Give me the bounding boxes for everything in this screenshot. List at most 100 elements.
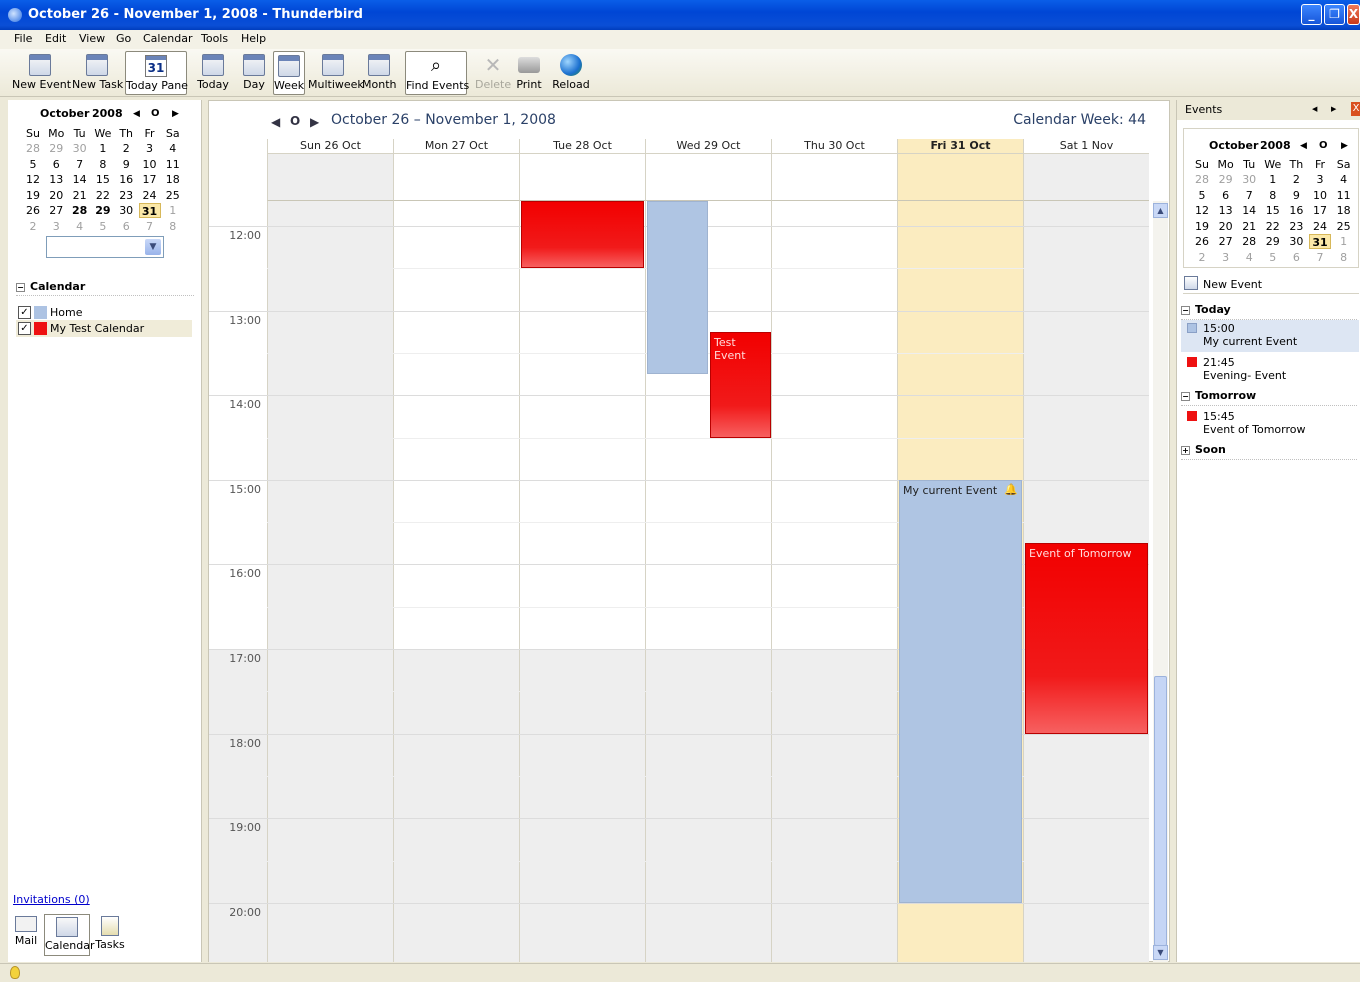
minimonth-day[interactable]: 2 (1191, 250, 1213, 265)
minimonth-day[interactable]: 14 (69, 172, 91, 187)
month-view-button[interactable]: Month (362, 51, 396, 95)
minimonth-day[interactable]: 3 (1215, 250, 1237, 265)
minimonth-day[interactable]: 5 (22, 157, 44, 172)
minimonth-day[interactable]: 13 (45, 172, 67, 187)
minimonth-day[interactable]: 30 (1238, 172, 1260, 187)
new-event-button[interactable]: New Event (12, 51, 71, 95)
chevron-down-icon[interactable]: ▼ (145, 239, 161, 255)
minimonth-day[interactable]: 10 (1309, 188, 1331, 203)
minimonth-day[interactable]: 21 (1238, 219, 1260, 234)
collapse-icon[interactable]: − (1181, 391, 1190, 401)
minimonth-day[interactable]: 9 (1285, 188, 1307, 203)
minimonth-day[interactable]: 3 (1309, 172, 1331, 187)
minimonth-day[interactable]: 3 (45, 219, 67, 234)
minimonth-day[interactable]: 13 (1215, 203, 1237, 218)
minimonth-day[interactable]: 4 (1333, 172, 1355, 187)
menu-calendar[interactable]: Calendar (143, 32, 192, 45)
today-minimonth-year[interactable]: 2008 (1260, 139, 1291, 152)
minimonth-day[interactable]: 31 (1309, 234, 1331, 249)
minimonth-day[interactable]: 5 (1262, 250, 1284, 265)
minimonth-day[interactable]: 7 (69, 157, 91, 172)
print-button[interactable]: Print (514, 51, 544, 95)
all-day-cell[interactable] (771, 154, 897, 201)
minimonth-day[interactable]: 26 (1191, 234, 1213, 249)
agenda-item[interactable]: 21:45 Evening- Event (1181, 354, 1359, 386)
minimonth-day[interactable]: 7 (139, 219, 161, 234)
minimonth-day[interactable]: 29 (1215, 172, 1237, 187)
minimonth-day[interactable]: 3 (139, 141, 161, 156)
checkbox-my-test-calendar[interactable]: ✓ (18, 322, 31, 335)
new-task-button[interactable]: New Task (72, 51, 123, 95)
minimonth-day[interactable]: 30 (69, 141, 91, 156)
minimonth-day[interactable]: 24 (139, 188, 161, 203)
delete-button[interactable]: ✕ Delete (475, 51, 511, 95)
minimonth-day[interactable]: 24 (1309, 219, 1331, 234)
vertical-scrollbar[interactable]: ▲ ▼ (1153, 201, 1168, 962)
minimonth-day[interactable]: 1 (92, 141, 114, 156)
calendar-event[interactable] (647, 201, 708, 375)
minimonth-day[interactable]: 15 (92, 172, 114, 187)
minimonth-day[interactable]: 2 (1285, 172, 1307, 187)
minimonth-day[interactable]: 1 (1262, 172, 1284, 187)
week-today-icon[interactable]: O (290, 114, 300, 128)
minimonth-day[interactable]: 11 (1333, 188, 1355, 203)
minimonth-day[interactable]: 7 (1238, 188, 1260, 203)
menu-go[interactable]: Go (116, 32, 131, 45)
agenda-item[interactable]: 15:45 Event of Tomorrow (1181, 408, 1359, 440)
minimonth-day[interactable]: 8 (1333, 250, 1355, 265)
today-new-event-button[interactable]: New Event (1183, 276, 1359, 294)
minimonth-day[interactable]: 12 (1191, 203, 1213, 218)
menu-file[interactable]: File (14, 32, 32, 45)
day-column[interactable] (267, 201, 393, 962)
minimonth-day[interactable]: 29 (92, 203, 114, 218)
agenda-item[interactable]: 15:00 My current Event (1181, 320, 1359, 352)
find-events-button[interactable]: ⌕ Find Events (405, 51, 469, 95)
minimonth-day[interactable]: 29 (1262, 234, 1284, 249)
day-header[interactable]: Thu 30 Oct (771, 139, 897, 154)
minimonth-day[interactable]: 30 (115, 203, 137, 218)
all-day-cell[interactable] (1023, 154, 1149, 201)
mode-mail[interactable]: Mail (12, 914, 40, 956)
agenda-today-header[interactable]: − Today (1181, 303, 1357, 320)
today-minimonth-today-icon[interactable]: O (1319, 140, 1328, 151)
all-day-cell[interactable] (267, 154, 393, 201)
multiweek-view-button[interactable]: Multiweek (308, 51, 364, 95)
minimonth-day[interactable]: 18 (162, 172, 184, 187)
today-minimonth-prev-icon[interactable]: ◀ (1300, 141, 1307, 151)
week-prev-icon[interactable]: ◀ (271, 115, 280, 129)
minimonth-month[interactable]: October (40, 107, 89, 120)
minimonth-day[interactable]: 28 (1191, 172, 1213, 187)
menu-view[interactable]: View (79, 32, 105, 45)
all-day-cell[interactable] (393, 154, 519, 201)
minimonth-day[interactable]: 5 (92, 219, 114, 234)
minimonth-today-icon[interactable]: O (151, 108, 160, 119)
all-day-cell[interactable] (645, 154, 771, 201)
mode-calendar[interactable]: Calendar (44, 914, 94, 956)
week-next-icon[interactable]: ▶ (310, 115, 319, 129)
day-header[interactable]: Sat 1 Nov (1023, 139, 1149, 154)
scroll-up-icon[interactable]: ▲ (1153, 203, 1168, 218)
scroll-down-icon[interactable]: ▼ (1153, 945, 1168, 960)
minimonth-day[interactable]: 18 (1333, 203, 1355, 218)
minimonth-day[interactable]: 28 (1238, 234, 1260, 249)
minimonth-day[interactable]: 19 (1191, 219, 1213, 234)
minimonth-day[interactable]: 7 (1309, 250, 1331, 265)
day-header[interactable]: Sun 26 Oct (267, 139, 393, 154)
minimonth-day[interactable]: 15 (1262, 203, 1284, 218)
minimonth-day[interactable]: 17 (139, 172, 161, 187)
minimonth-day[interactable]: 23 (115, 188, 137, 203)
today-pane-close-icon[interactable]: X (1351, 102, 1360, 116)
invitations-link[interactable]: Invitations (0) (13, 893, 90, 906)
calendar-event[interactable]: My current Event 🔔 (899, 479, 1022, 903)
minimonth-day[interactable]: 27 (1215, 234, 1237, 249)
reload-button[interactable]: Reload (552, 51, 590, 95)
minimonth-day[interactable]: 8 (162, 219, 184, 234)
minimonth-day[interactable]: 5 (1191, 188, 1213, 203)
calendar-event[interactable] (521, 201, 644, 269)
minimonth-day[interactable]: 14 (1238, 203, 1260, 218)
calendar-list-header[interactable]: − Calendar (16, 280, 194, 296)
today-button[interactable]: Today (195, 51, 231, 95)
minimonth-day[interactable]: 9 (115, 157, 137, 172)
day-header[interactable]: Wed 29 Oct (645, 139, 771, 154)
minimonth-day[interactable]: 31 (138, 203, 161, 218)
